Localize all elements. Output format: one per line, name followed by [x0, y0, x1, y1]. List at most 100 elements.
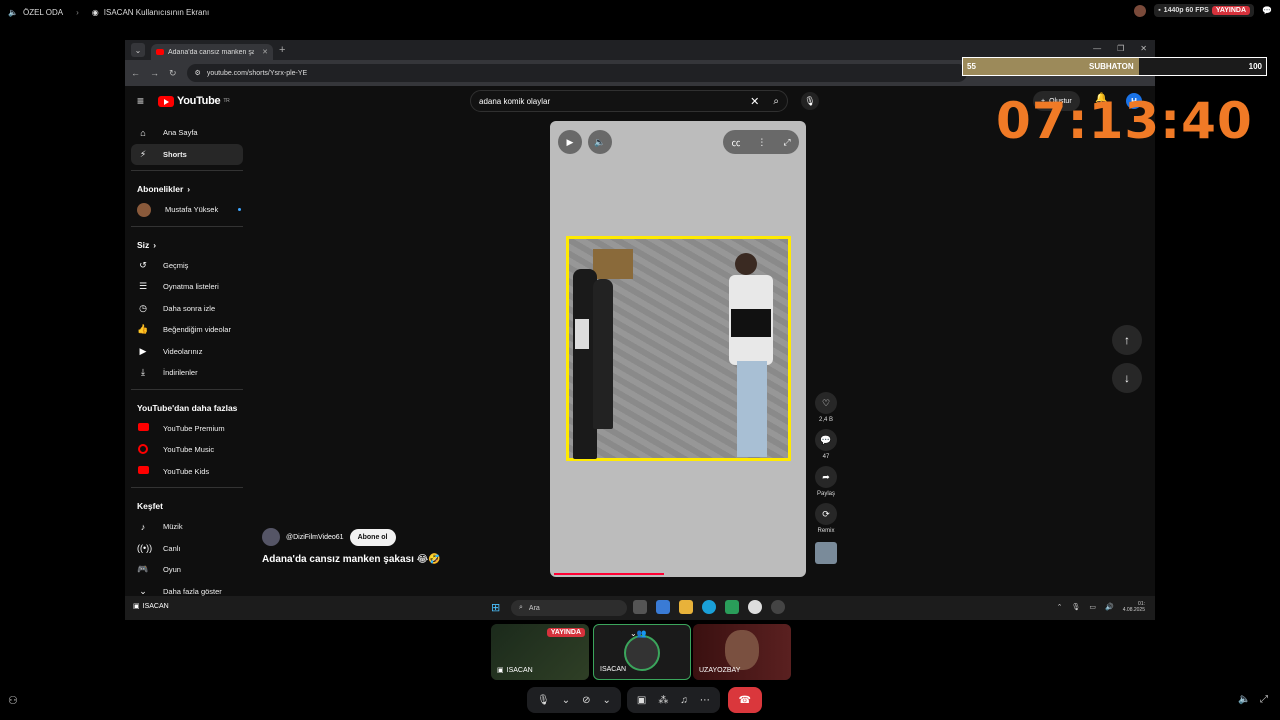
youtube-logo[interactable]: YouTube TR — [158, 95, 230, 107]
chevron-down-icon[interactable]: ⌄ — [562, 695, 570, 706]
forward-icon[interactable]: → — [150, 68, 159, 78]
search-input[interactable]: adana komik olaylar — [479, 97, 550, 106]
fullscreen-icon[interactable]: ⤢ — [1260, 694, 1268, 705]
close-window-icon[interactable]: ✕ — [1140, 44, 1147, 53]
search-box[interactable]: adana komik olaylar ✕ ⌕ — [470, 90, 788, 112]
sign-paper — [575, 319, 589, 349]
volume-icon[interactable]: 🔊 — [1105, 603, 1114, 611]
subscriptions-header[interactable]: Abonelikler › — [131, 176, 243, 199]
divider — [131, 388, 243, 390]
sidebar-item-watch-later[interactable]: ◷ Daha sonra izle — [131, 298, 243, 320]
sidebar-item-music[interactable]: YouTube Music — [131, 439, 243, 461]
you-header[interactable]: Siz › — [131, 232, 243, 255]
divider — [131, 170, 243, 171]
sidebar-item-music-category[interactable]: ♪ Müzik — [131, 516, 243, 538]
participant-tile[interactable]: ⌄👥 ISACAN — [593, 624, 691, 680]
soundboard-icon[interactable]: ♫ — [680, 695, 688, 706]
clear-search-icon[interactable]: ✕ — [750, 95, 759, 108]
fullscreen-icon[interactable]: ⤢ — [783, 137, 790, 148]
taskbar-search[interactable]: ⌕ Ara — [511, 600, 627, 616]
more-options-icon[interactable]: ⋮ — [757, 137, 766, 148]
file-explorer-icon[interactable] — [679, 600, 693, 614]
youtube-favicon — [156, 49, 164, 55]
disconnect-button[interactable]: ☎ — [727, 687, 762, 713]
sidebar-item-your-videos[interactable]: ▶ Videolarınız — [131, 341, 243, 363]
sidebar-label: Oyun — [163, 565, 181, 575]
chevron-up-icon[interactable]: ⌃ — [1057, 603, 1063, 611]
participant-tile[interactable]: YAYINDA ▣ ISACAN — [491, 624, 589, 680]
sidebar-item-home[interactable]: ⌂ Ana Sayfa — [131, 122, 243, 144]
volume-button[interactable]: 🔈 — [588, 130, 612, 154]
windows-start-icon[interactable]: ⊞ — [491, 601, 500, 614]
play-button[interactable]: ▶ — [558, 130, 582, 154]
sidebar-item-playlists[interactable]: ☰ Oynatma listeleri — [131, 276, 243, 298]
camera-off-icon[interactable]: ⊘ — [582, 695, 590, 706]
microphone-icon[interactable]: 🎙 — [1072, 603, 1081, 611]
reload-icon[interactable]: ↻ — [169, 68, 177, 79]
share-button[interactable]: ➦ — [815, 466, 837, 488]
voice-search-icon[interactable]: 🎙 — [801, 92, 819, 110]
captions-icon[interactable]: ㏄ — [731, 136, 740, 149]
edge-icon[interactable] — [702, 600, 716, 614]
microphone-icon[interactable]: 🎙 — [537, 695, 550, 706]
channel-avatar[interactable] — [262, 528, 280, 546]
remix-button[interactable]: ⟳ — [815, 503, 837, 525]
sidebar-item-history[interactable]: ↺ Geçmiş — [131, 255, 243, 277]
tab-title: Adana'da cansız manken şakası — [168, 48, 254, 56]
room-name[interactable]: ÖZEL ODA — [23, 8, 63, 17]
menu-icon[interactable]: ≡ — [137, 94, 144, 108]
video-progress-bar[interactable] — [554, 573, 664, 575]
sidebar-label: Daha sonra izle — [163, 303, 216, 313]
restore-icon[interactable]: ❐ — [1117, 44, 1124, 53]
sidebar-item-live[interactable]: ((•)) Canlı — [131, 538, 243, 560]
settings-icon[interactable] — [771, 600, 785, 614]
sidebar-label: YouTube Kids — [163, 466, 210, 476]
screen-share-icon[interactable]: ▣ — [637, 695, 646, 706]
chrome-icon[interactable] — [748, 600, 762, 614]
sidebar-item-shorts[interactable]: ⚡ Shorts — [131, 143, 243, 165]
activity-icon[interactable]: ⚇ — [8, 694, 18, 707]
copilot-icon[interactable] — [656, 600, 670, 614]
sound-thumbnail[interactable] — [815, 542, 837, 564]
chat-icon[interactable]: 💬 — [1262, 6, 1272, 15]
task-view-icon[interactable] — [633, 600, 647, 614]
comment-count: 47 — [822, 454, 830, 460]
watch-stream-icon[interactable]: ⌄👥 — [630, 629, 647, 638]
address-bar[interactable]: ⚙ youtube.com/shorts/Ysrx-ple-YE — [186, 64, 967, 82]
activities-icon[interactable]: ⁂ — [658, 695, 668, 706]
call-controls: 🎙 ⌄ ⊘ ⌄ ▣ ⁂ ♫ ⋯ ☎ — [527, 687, 762, 713]
sidebar-item-gaming[interactable]: 🎮 Oyun — [131, 559, 243, 581]
participant-tile[interactable]: UZAYOZBAY — [693, 624, 791, 680]
like-button[interactable]: ♡ — [815, 392, 837, 414]
clock[interactable]: 01: 4.08.2025 — [1123, 601, 1145, 613]
comment-button[interactable]: 💬 — [815, 429, 837, 451]
browser-tab[interactable]: Adana'da cansız manken şakası ✕ — [151, 44, 273, 60]
subscribe-button[interactable]: Abone ol — [349, 528, 396, 546]
tab-close-icon[interactable]: ✕ — [262, 48, 268, 56]
sidebar-item-liked[interactable]: 👍 Beğendiğim videolar — [131, 319, 243, 341]
new-tab-button[interactable]: + — [279, 44, 285, 56]
previous-short-button[interactable]: ↑ — [1112, 325, 1142, 355]
more-icon[interactable]: ⋯ — [700, 695, 710, 706]
sidebar-item-premium[interactable]: YouTube Premium — [131, 418, 243, 440]
sidebar-label: Videolarınız — [163, 346, 203, 356]
next-short-button[interactable]: ↓ — [1112, 363, 1142, 393]
live-icon: ((•)) — [137, 543, 153, 554]
back-icon[interactable]: ← — [131, 68, 140, 78]
store-icon[interactable] — [725, 600, 739, 614]
sidebar-item-subscription[interactable]: Mustafa Yüksek — [131, 199, 243, 221]
shorts-player[interactable]: ▶ 🔈 ㏄ ⋮ ⤢ — [550, 121, 806, 577]
volume-icon[interactable]: 🔈 — [1238, 694, 1250, 705]
explore-header: Keşfet — [131, 493, 243, 516]
chevron-down-icon[interactable]: ⌄ — [602, 695, 610, 706]
sidebar-item-downloads[interactable]: ⤓ İndirilenler — [131, 362, 243, 384]
tab-search-button[interactable]: ⌄ — [131, 43, 145, 57]
video-title[interactable]: Adana'da cansız manken şakası 😂🤣 — [262, 554, 441, 565]
sidebar-label: Ana Sayfa — [163, 128, 198, 138]
minimize-icon[interactable]: — — [1093, 44, 1101, 53]
site-info-icon[interactable]: ⚙ — [195, 69, 201, 77]
channel-handle[interactable]: @DiziFilmVideo61 — [286, 534, 344, 541]
search-icon[interactable]: ⌕ — [773, 96, 779, 107]
sidebar-item-kids[interactable]: YouTube Kids — [131, 461, 243, 483]
network-icon[interactable]: ▭ — [1089, 603, 1096, 611]
